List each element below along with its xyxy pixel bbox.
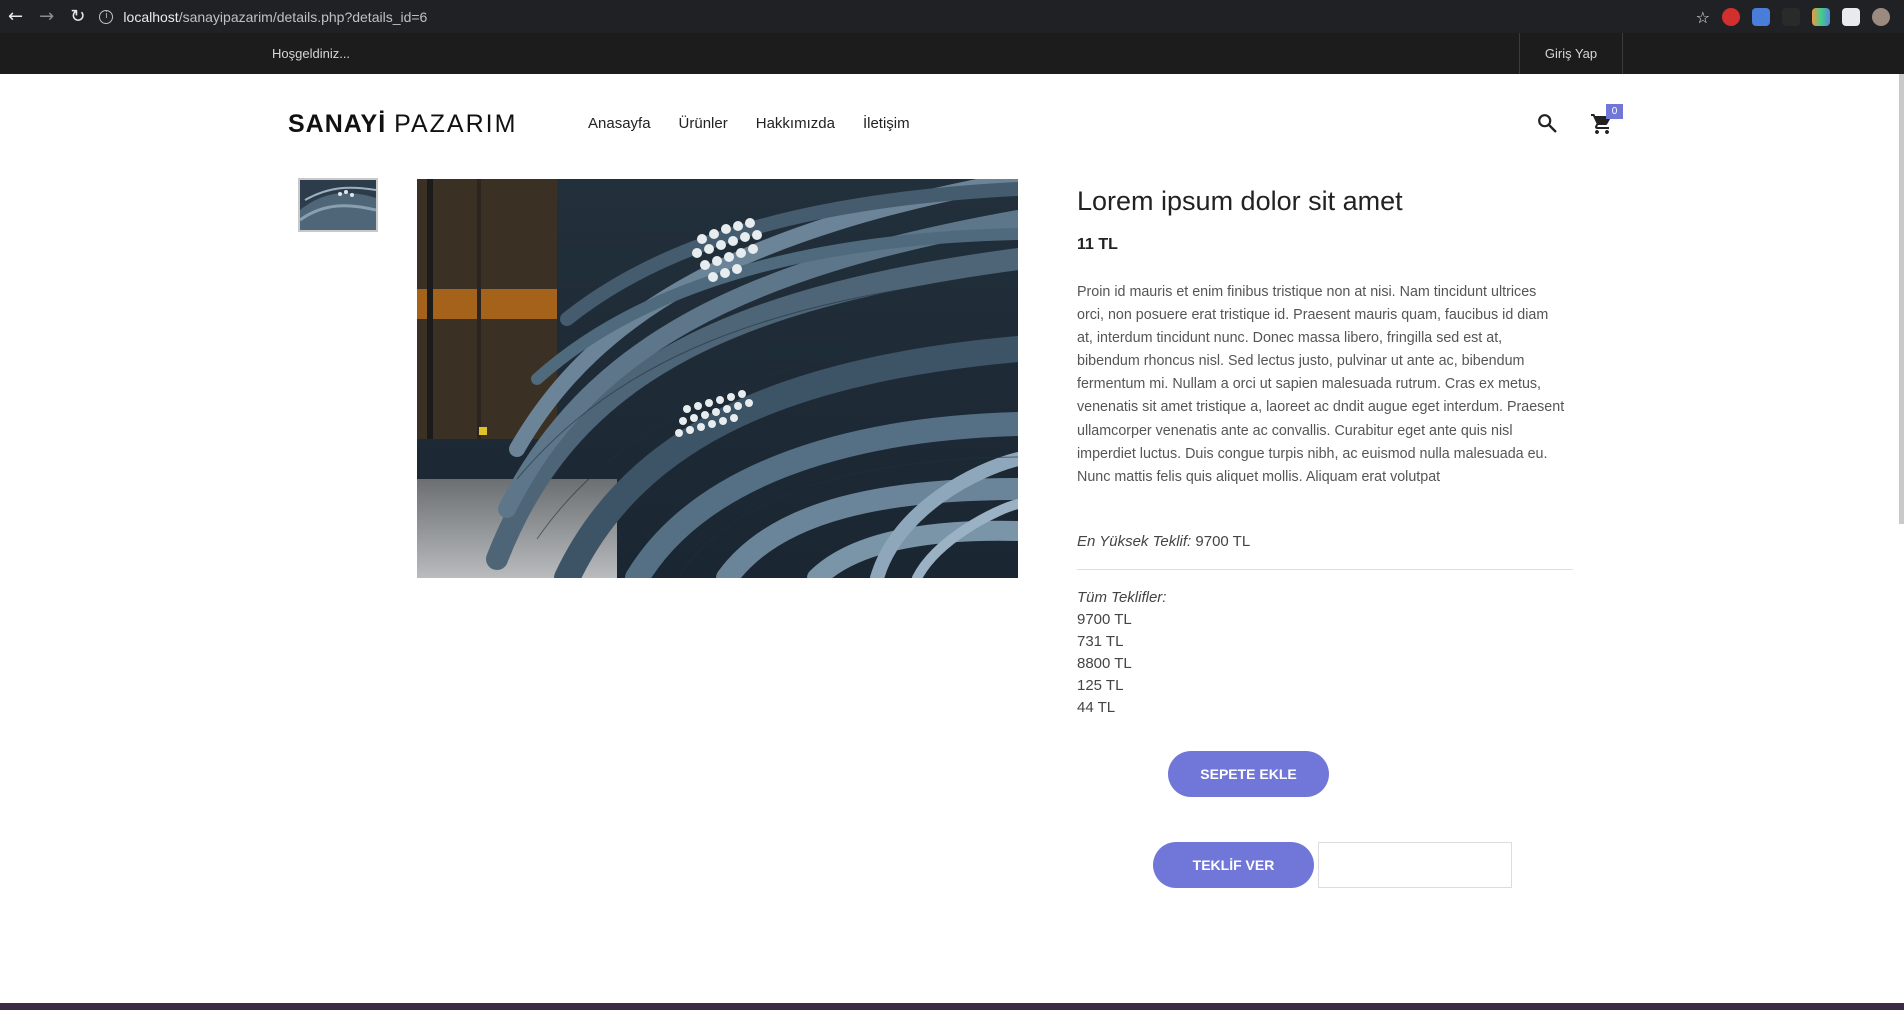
url-path: /sanayipazarim/details.php?details_id=6 <box>178 8 428 25</box>
thumbnail-image <box>300 180 376 230</box>
nav-item-contact[interactable]: İletişim <box>863 115 910 132</box>
extension-color-icon[interactable] <box>1812 7 1830 26</box>
logo-light-text: PAZARIM <box>394 110 518 138</box>
cart-count-badge: 0 <box>1606 104 1623 119</box>
top-info-bar: Hoşgeldiniz... Giriş Yap <box>0 33 1904 74</box>
nav-item-about[interactable]: Hakkımızda <box>756 115 835 132</box>
nav-item-home[interactable]: Anasayfa <box>588 115 651 132</box>
site-logo[interactable]: SANAYİ PAZARIM <box>288 110 517 139</box>
puzzle-icon[interactable] <box>1842 7 1860 26</box>
divider <box>1077 569 1573 570</box>
address-bar[interactable]: i localhost/sanayipazarim/details.php?de… <box>99 3 1695 30</box>
add-to-cart-button[interactable]: SEPETE EKLE <box>1168 751 1329 797</box>
url-host: localhost <box>123 8 179 25</box>
highest-offer-value: 9700 TL <box>1195 533 1251 550</box>
offer-item: 8800 TL <box>1077 655 1132 672</box>
product-title: Lorem ipsum dolor sit amet <box>1077 186 1403 216</box>
highest-offer: En Yüksek Teklif: 9700 TL <box>1077 533 1250 550</box>
extension-dark-icon[interactable] <box>1782 7 1800 26</box>
extension-red-icon[interactable] <box>1722 7 1740 26</box>
offer-item: 9700 TL <box>1077 611 1132 628</box>
welcome-text: Hoşgeldiniz... <box>272 46 351 61</box>
product-thumbnail[interactable] <box>298 178 378 232</box>
all-offers-label: Tüm Teklifler: <box>1077 589 1167 606</box>
offer-amount-input[interactable] <box>1318 842 1512 888</box>
extensions-area: ☆ <box>1696 7 1890 27</box>
search-icon[interactable] <box>1536 112 1558 134</box>
reload-icon[interactable]: ↻ <box>62 0 93 33</box>
bookmark-star-icon[interactable]: ☆ <box>1696 8 1710 27</box>
bottom-bar <box>0 1003 1904 1010</box>
all-offers: Tüm Teklifler: 9700 TL 731 TL 8800 TL 12… <box>1077 587 1166 719</box>
product-price: 11 TL <box>1077 236 1118 253</box>
logo-bold-text: SANAYİ <box>288 110 387 138</box>
highest-offer-label: En Yüksek Teklif: <box>1077 533 1192 550</box>
forward-arrow-icon[interactable]: → <box>31 0 62 33</box>
login-link[interactable]: Giriş Yap <box>1519 33 1623 74</box>
extension-translate-icon[interactable] <box>1752 7 1770 26</box>
nav-item-products[interactable]: Ürünler <box>679 115 728 132</box>
profile-avatar-icon[interactable] <box>1872 7 1890 26</box>
back-arrow-icon[interactable]: ← <box>0 0 31 33</box>
info-icon[interactable]: i <box>99 9 114 24</box>
product-description: Proin id mauris et enim finibus tristiqu… <box>1077 284 1565 485</box>
offer-item: 125 TL <box>1077 677 1124 694</box>
steel-rebar-photo <box>417 179 1018 578</box>
make-offer-button[interactable]: TEKLİF VER <box>1153 842 1314 888</box>
browser-toolbar: ← → ↻ i localhost/sanayipazarim/details.… <box>0 0 1904 33</box>
product-main-image[interactable]: ⤢ <box>417 179 1018 578</box>
offer-item: 731 TL <box>1077 633 1124 650</box>
page-scrollbar[interactable] <box>1899 74 1904 524</box>
main-nav: Anasayfa Ürünler Hakkımızda İletişim <box>588 115 910 132</box>
offer-item: 44 TL <box>1077 699 1116 716</box>
